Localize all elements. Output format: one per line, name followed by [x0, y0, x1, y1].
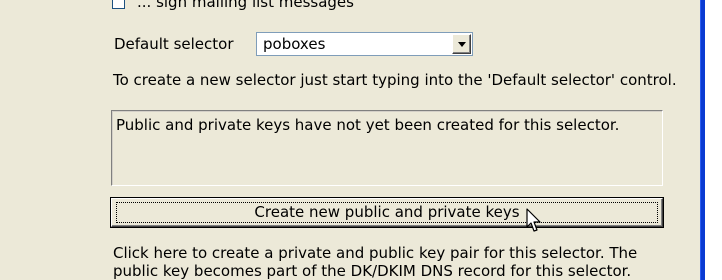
key-status-box: Public and private keys have not yet bee… [111, 110, 663, 186]
sign-mailing-list-option[interactable]: ... sign mailing list messages [112, 0, 354, 12]
mouse-pointer-icon [526, 208, 541, 232]
default-selector-dropdown-button[interactable] [452, 34, 471, 54]
dkim-signing-options-panel: ... sign mailing list messages Default s… [0, 0, 722, 280]
key-status-text: Public and private keys have not yet bee… [116, 116, 620, 134]
create-keys-button-label: Create new public and private keys [254, 203, 520, 221]
default-selector-combobox[interactable]: poboxes [256, 32, 473, 56]
explanation-line-2: public key becomes part of the DK/DKIM D… [113, 262, 632, 280]
explanation-line-1: Click here to create a private and publi… [113, 244, 638, 262]
window-outside-area [705, 0, 722, 280]
sign-mailing-list-checkbox[interactable] [112, 0, 125, 9]
default-selector-label: Default selector [114, 35, 234, 53]
sign-mailing-list-label: ... sign mailing list messages [137, 0, 354, 11]
chevron-down-icon [458, 42, 466, 47]
create-keys-explanation: Click here to create a private and publi… [113, 244, 693, 280]
new-selector-hint: To create a new selector just start typi… [113, 71, 677, 89]
create-keys-button[interactable]: Create new public and private keys [111, 198, 663, 227]
default-selector-value[interactable]: poboxes [263, 35, 325, 53]
